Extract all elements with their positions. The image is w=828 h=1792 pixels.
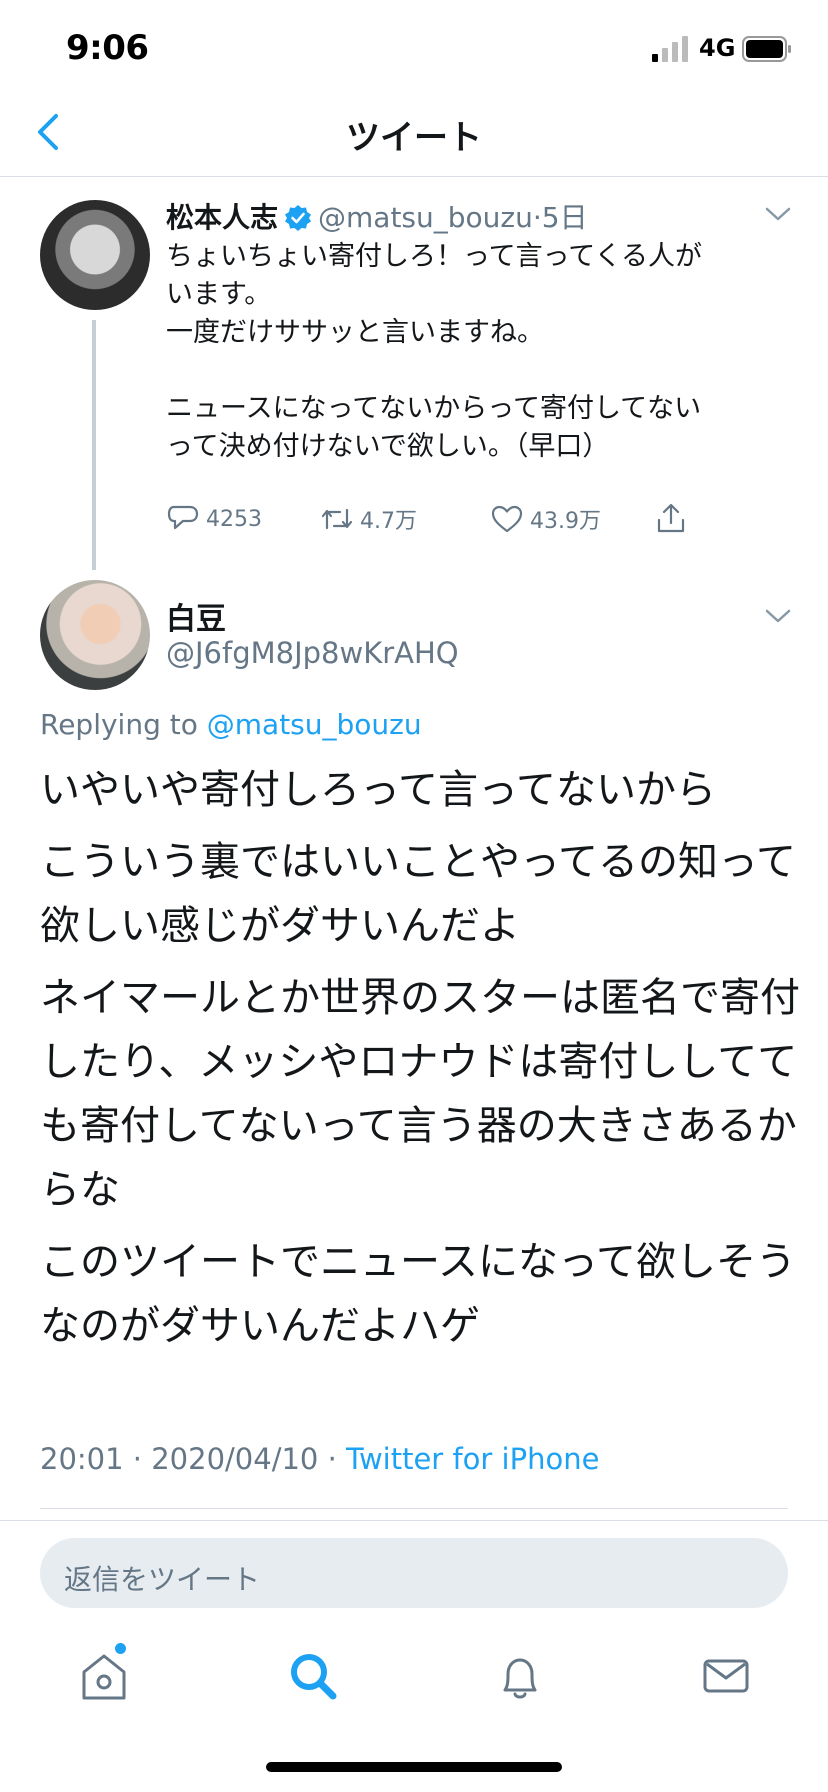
like-button[interactable]: 43.9万	[490, 500, 601, 538]
parent-more-chevron-icon[interactable]	[764, 206, 792, 222]
parent-text-line: ニュースになってないからって寄付してない	[166, 393, 702, 424]
parent-avatar[interactable]	[40, 200, 150, 310]
parent-text-line: って決め付けないで欲しい。（早口）	[166, 431, 610, 462]
reply-icon	[167, 505, 199, 530]
parent-text-line: 一度だけササッと言いますね。	[166, 317, 544, 348]
reply-paragraph: こういう裏ではいいことやってるの知って欲しい感じがダサいんだよ	[40, 839, 796, 949]
page-title: ツイート	[346, 118, 482, 158]
home-indicator	[266, 1762, 562, 1772]
share-button[interactable]	[654, 500, 694, 538]
share-icon	[657, 503, 685, 533]
reply-paragraph: いやいや寄付しろって言ってないから	[40, 767, 716, 813]
parent-author-name[interactable]: 松本人志	[166, 201, 278, 234]
bell-icon[interactable]	[490, 1646, 550, 1706]
replying-to: Replying to @matsu_bouzu	[40, 708, 422, 741]
tweet-source-link[interactable]: Twitter for iPhone	[346, 1442, 599, 1476]
parent-tweet-text: ちょいちょい寄付しろ！って言ってくる人が います。 一度だけササッと言いますね。…	[166, 238, 776, 466]
nav-divider	[0, 176, 828, 177]
status-time: 9:06	[66, 28, 149, 68]
parent-text-line: います。	[166, 279, 272, 310]
parent-tweet-actions: 4253 4.7万 43.9万	[166, 500, 726, 538]
search-icon[interactable]	[283, 1646, 343, 1706]
reply-tweet-text: いやいや寄付しろって言ってないから こういう裏ではいいことやってるの知って欲しい…	[40, 758, 800, 1366]
reply-more-chevron-icon[interactable]	[764, 608, 792, 624]
parent-author-handle[interactable]: @matsu_bouzu	[318, 201, 533, 234]
notification-dot	[115, 1643, 126, 1654]
replying-prefix: Replying to	[40, 708, 207, 741]
mail-icon[interactable]	[696, 1646, 756, 1706]
reply-paragraph: このツイートでニュースになって欲しそうなのがダサいんだよハゲ	[40, 1239, 796, 1349]
retweet-button[interactable]: 4.7万	[320, 500, 417, 538]
reply-avatar[interactable]	[40, 580, 150, 690]
composer-placeholder: 返信をツイート	[64, 1563, 261, 1596]
reply-button[interactable]: 4253	[166, 500, 262, 538]
tweet-meta: 20:01 · 2020/04/10 · Twitter for iPhone	[40, 1442, 599, 1476]
reply-paragraph: ネイマールとか世界のスターは匿名で寄付したり、メッシやロナウドは寄付ししてても寄…	[40, 975, 800, 1213]
meta-divider	[40, 1508, 788, 1509]
heart-icon	[491, 505, 523, 533]
retweet-count: 4.7万	[360, 509, 417, 534]
separator-dot: ·	[532, 201, 542, 234]
verified-badge-icon	[285, 205, 312, 231]
parent-tweet-time: 5日	[541, 201, 588, 234]
reply-count: 4253	[206, 506, 262, 532]
signal-icon	[652, 36, 688, 62]
like-count: 43.9万	[530, 509, 601, 534]
tweet-timestamp: 20:01 · 2020/04/10 ·	[40, 1442, 347, 1476]
reply-author-name[interactable]: 白豆	[166, 594, 226, 638]
home-icon[interactable]	[74, 1646, 134, 1706]
reply-author-handle[interactable]: @J6fgM8Jp8wKrAHQ	[166, 636, 459, 670]
thread-line	[92, 320, 96, 570]
parent-text-line: ちょいちょい寄付しろ！って言ってくる人が	[166, 241, 702, 272]
battery-icon	[742, 36, 791, 62]
parent-tweet-header: 松本人志 @matsu_bouzu·5日	[166, 196, 756, 236]
composer-divider	[0, 1520, 828, 1521]
replying-to-handle-link[interactable]: @matsu_bouzu	[207, 708, 422, 741]
network-label: 4G	[699, 34, 736, 62]
retweet-icon	[321, 508, 353, 530]
